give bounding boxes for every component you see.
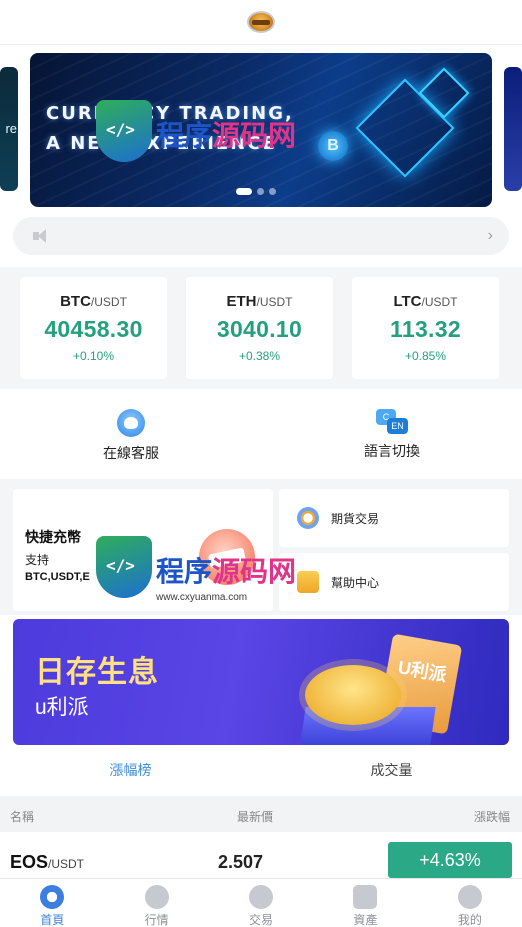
nav-profile[interactable]: 我的 xyxy=(418,879,522,927)
column-name: 名稱 xyxy=(10,810,35,824)
nav-assets[interactable]: 資產 xyxy=(313,879,417,927)
table-header: 名稱 最新價 漲跌幅 xyxy=(0,796,522,832)
futures-trading-card[interactable]: 期貨交易 xyxy=(279,489,509,547)
app-page: re B CURRENCY TRADING, A NEW EXPERIENCE … xyxy=(0,0,522,927)
column-change: 漲跌幅 xyxy=(474,810,511,824)
customer-service-button[interactable]: 在線客服 xyxy=(61,409,201,463)
prev-slide-peek[interactable]: re xyxy=(0,67,18,191)
language-switch-button[interactable]: C EN 語言切換 xyxy=(322,409,462,461)
promo-section: 日存生息 u利派 U利派 xyxy=(0,615,522,750)
ticker-change: +0.10% xyxy=(72,349,115,363)
ticker-card-btc[interactable]: BTC/USDT 40458.30 +0.10% xyxy=(20,277,167,379)
carousel-dot[interactable] xyxy=(257,188,264,195)
futures-icon xyxy=(297,507,319,529)
help-center-card[interactable]: 幫助中心 xyxy=(279,553,509,611)
ticker-price: 40458.30 xyxy=(44,316,143,342)
recharge-illustration-icon xyxy=(199,529,255,585)
profile-icon xyxy=(457,885,482,909)
trade-icon xyxy=(249,885,274,909)
ticker-row: BTC/USDT 40458.30 +0.10% ETH/USDT 3040.1… xyxy=(0,267,522,389)
customer-service-label: 在線客服 xyxy=(103,445,159,461)
promo-title: 日存生息 xyxy=(35,656,159,689)
banner-headline-1: CURRENCY TRADING, xyxy=(46,103,294,124)
app-logo xyxy=(247,11,275,33)
top-header xyxy=(0,0,522,45)
banner-carousel[interactable]: re B CURRENCY TRADING, A NEW EXPERIENCE xyxy=(0,45,522,220)
home-icon xyxy=(40,885,65,909)
banner-headline-2: A NEW EXPERIENCE xyxy=(46,133,277,154)
notice-section: › xyxy=(0,207,522,267)
market-icon xyxy=(144,885,169,909)
tab-volume[interactable]: 成交量 xyxy=(261,750,522,796)
tab-gainers[interactable]: 漲幅榜 xyxy=(0,750,261,796)
ticker-card-eth[interactable]: ETH/USDT 3040.10 +0.38% xyxy=(186,277,333,379)
nav-trade[interactable]: 交易 xyxy=(209,879,313,927)
promo-subtitle: u利派 xyxy=(35,696,89,719)
service-row: 在線客服 C EN 語言切換 xyxy=(0,389,522,479)
prev-slide-text: re xyxy=(5,121,17,136)
nav-market[interactable]: 行情 xyxy=(104,879,208,927)
ticker-change: +0.85% xyxy=(404,349,447,363)
promo-banner[interactable]: 日存生息 u利派 U利派 xyxy=(13,619,509,745)
nav-home[interactable]: 首頁 xyxy=(0,879,104,927)
language-icon: C EN xyxy=(376,409,408,435)
wallet-icon xyxy=(353,885,378,909)
speaker-icon xyxy=(33,229,49,243)
bottom-nav: 首頁 行情 交易 資產 我的 xyxy=(0,878,522,927)
help-center-label: 幫助中心 xyxy=(331,575,380,590)
notice-bar[interactable]: › xyxy=(13,217,509,255)
ticker-price: 113.32 xyxy=(390,316,461,342)
help-center-icon xyxy=(297,571,319,593)
row-last-price: 2.507 xyxy=(218,852,264,872)
carousel-dots xyxy=(236,188,276,195)
chevron-right-icon[interactable]: › xyxy=(488,227,493,245)
quick-recharge-card[interactable]: 快捷充幣 支持 BTC,USDT,E xyxy=(13,489,273,611)
ticker-price: 3040.10 xyxy=(216,316,303,342)
carousel-dot[interactable] xyxy=(269,188,276,195)
coins-graphic xyxy=(305,665,401,725)
feature-cards: 快捷充幣 支持 BTC,USDT,E 期貨交易 幫助中心 xyxy=(0,479,522,615)
ticker-change: +0.38% xyxy=(238,349,281,363)
column-last-price: 最新價 xyxy=(237,810,274,824)
table-row[interactable]: EOS/USDT 2.507 +4.63% xyxy=(0,832,522,878)
ranking-tabs: 漲幅榜 成交量 xyxy=(0,750,522,796)
ticker-pair: BTC/USDT xyxy=(60,293,127,310)
row-symbol: EOS/USDT xyxy=(10,852,85,872)
next-slide-peek[interactable] xyxy=(504,67,522,191)
carousel-dot[interactable] xyxy=(236,188,252,195)
futures-label: 期貨交易 xyxy=(331,511,380,526)
ticker-pair: ETH/USDT xyxy=(226,293,293,310)
banner-slide[interactable]: B CURRENCY TRADING, A NEW EXPERIENCE xyxy=(30,53,492,207)
ticker-pair: LTC/USDT xyxy=(393,293,458,310)
bitcoin-icon: B xyxy=(318,131,348,161)
ticker-card-ltc[interactable]: LTC/USDT 113.32 +0.85% xyxy=(352,277,499,379)
row-change-badge[interactable]: +4.63% xyxy=(388,842,512,878)
customer-service-icon xyxy=(117,409,145,437)
language-switch-label: 語言切換 xyxy=(364,443,420,459)
